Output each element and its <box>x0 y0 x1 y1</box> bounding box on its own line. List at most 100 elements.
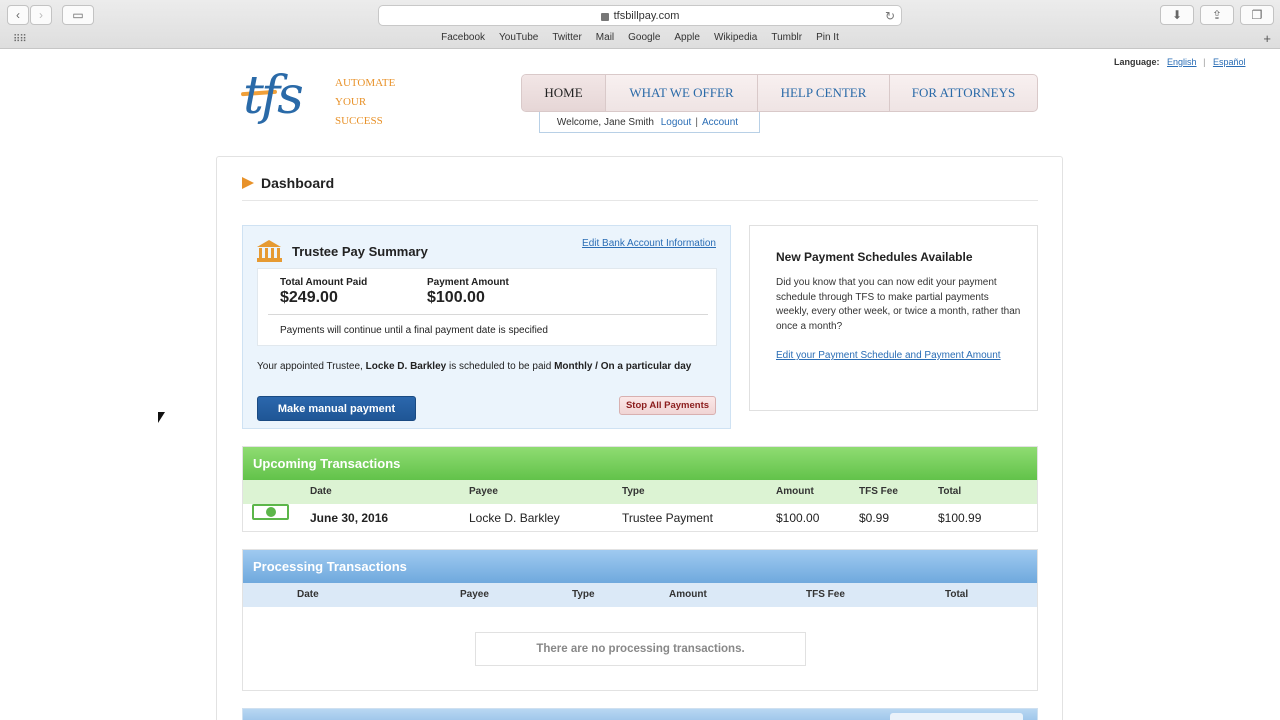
edit-payment-schedule-link[interactable]: Edit your Payment Schedule and Payment A… <box>776 349 1021 364</box>
account-separator: | <box>695 116 698 128</box>
payment-totals-box: Total Amount Paid $249.00 Payment Amount… <box>257 268 717 346</box>
next-section-header <box>242 708 1038 720</box>
processing-title: Processing Transactions <box>243 550 1037 583</box>
schedule-text: Your appointed Trustee, Locke D. Barkley… <box>257 359 717 374</box>
plus-icon[interactable]: + <box>1263 31 1271 46</box>
col-total: Total <box>945 589 969 600</box>
language-switcher: Language: English | Español <box>1114 57 1245 67</box>
row-payee: Locke D. Barkley <box>469 511 560 525</box>
col-tfs-fee: TFS Fee <box>859 486 898 497</box>
language-spanish-link[interactable]: Español <box>1213 57 1246 67</box>
total-paid-label: Total Amount Paid <box>280 277 368 288</box>
col-payee: Payee <box>460 589 489 600</box>
nav-for-attorneys[interactable]: FOR ATTORNEYS <box>890 75 1037 111</box>
tabs-icon: ❐ <box>1251 8 1263 22</box>
new-schedules-body: Did you know that you can now edit your … <box>776 277 1021 332</box>
page-title-text: Dashboard <box>261 175 335 191</box>
main-nav: HOME WHAT WE OFFER HELP CENTER FOR ATTOR… <box>521 74 1038 112</box>
welcome-text: Welcome, Jane Smith <box>556 116 654 128</box>
chevron-right-icon: › <box>39 8 43 22</box>
schedule-frequency: Monthly / On a particular day <box>554 361 692 372</box>
bookmark-tumblr[interactable]: Tumblr <box>771 32 802 48</box>
row-total: $100.99 <box>938 511 982 525</box>
bookmarks-bar: Facebook YouTube Twitter Mail Google App… <box>0 32 1280 48</box>
tabs-button[interactable]: ❐ <box>1240 5 1274 25</box>
col-amount: Amount <box>776 486 814 497</box>
col-type: Type <box>572 589 595 600</box>
row-amount: $100.00 <box>776 511 820 525</box>
bookmark-youtube[interactable]: YouTube <box>499 32 538 48</box>
logo-tagline: AUTOMATE YOUR SUCCESS <box>335 74 395 131</box>
logout-link[interactable]: Logout <box>661 117 692 128</box>
new-schedules-card: New Payment Schedules Available Did you … <box>749 225 1038 411</box>
schedule-mid: is scheduled to be paid <box>446 361 555 372</box>
browser-toolbar: ‹ › ▭ tfsbillpay.com ↻ ⬇ ⇪ ❐ ⠿⠿ Facebook… <box>0 0 1280 49</box>
schedule-prefix: Your appointed Trustee, <box>257 361 366 372</box>
tagline-automate: AUTOMATE <box>335 77 396 89</box>
empty-state-message: There are no processing transactions. <box>475 632 806 666</box>
language-english-link[interactable]: English <box>1167 57 1197 67</box>
account-bar: Welcome, Jane Smith Logout | Account <box>539 112 760 133</box>
mouse-cursor-icon <box>158 412 165 423</box>
bookmark-google[interactable]: Google <box>628 32 660 48</box>
nav-what-we-offer[interactable]: WHAT WE OFFER <box>606 75 758 111</box>
processing-header-row: Date Payee Type Amount TFS Fee Total <box>243 583 1037 607</box>
col-date: Date <box>297 589 319 600</box>
bookmark-facebook[interactable]: Facebook <box>441 32 485 48</box>
bookmark-twitter[interactable]: Twitter <box>552 32 581 48</box>
bookmark-pinit[interactable]: Pin It <box>816 32 839 48</box>
address-bar[interactable]: tfsbillpay.com ↻ <box>378 5 902 26</box>
nav-home[interactable]: HOME <box>522 75 606 111</box>
language-separator: | <box>1203 57 1206 67</box>
share-icon: ⇪ <box>1211 8 1223 22</box>
url-text: tfsbillpay.com <box>613 9 680 22</box>
lock-icon <box>600 12 609 21</box>
col-payee: Payee <box>469 486 498 497</box>
play-triangle-icon <box>242 177 254 189</box>
bookmark-apple[interactable]: Apple <box>674 32 700 48</box>
tagline-your: YOUR <box>335 96 367 108</box>
edit-bank-account-link[interactable]: Edit Bank Account Information <box>582 238 716 249</box>
col-total: Total <box>938 486 962 497</box>
col-amount: Amount <box>669 589 707 600</box>
col-type: Type <box>622 486 645 497</box>
payment-amount-value: $100.00 <box>427 289 485 306</box>
bank-icon <box>257 240 282 262</box>
row-type: Trustee Payment <box>622 511 713 525</box>
upcoming-transactions-table: Upcoming Transactions Date Payee Type Am… <box>242 446 1038 532</box>
trustee-name: Locke D. Barkley <box>365 361 447 372</box>
upcoming-header-row: Date Payee Type Amount TFS Fee Total <box>243 480 1037 504</box>
share-button[interactable]: ⇪ <box>1200 5 1234 25</box>
payment-amount-label: Payment Amount <box>427 277 509 288</box>
forward-button[interactable]: › <box>30 5 52 25</box>
processing-transactions-table: Processing Transactions Date Payee Type … <box>242 549 1038 691</box>
totals-divider <box>268 314 708 315</box>
table-row[interactable]: June 30, 2016 Locke D. Barkley Trustee P… <box>243 504 1037 532</box>
account-link[interactable]: Account <box>702 117 738 128</box>
make-manual-payment-button[interactable]: Make manual payment <box>257 396 416 421</box>
chevron-left-icon: ‹ <box>16 8 20 22</box>
summary-header: Trustee Pay Summary <box>257 240 428 262</box>
new-schedules-title: New Payment Schedules Available <box>776 250 973 264</box>
logo-brand: tfs <box>243 66 304 126</box>
reload-icon[interactable]: ↻ <box>885 9 895 23</box>
next-section-tab[interactable] <box>890 713 1023 720</box>
sidebar-toggle-button[interactable]: ▭ <box>62 5 94 25</box>
stop-all-payments-button[interactable]: Stop All Payments <box>619 396 716 415</box>
back-button[interactable]: ‹ <box>7 5 29 25</box>
language-label: Language: <box>1114 57 1160 67</box>
upcoming-title: Upcoming Transactions <box>243 447 1037 480</box>
downloads-button[interactable]: ⬇ <box>1160 5 1194 25</box>
payment-continuation-note: Payments will continue until a final pay… <box>280 325 548 336</box>
bookmark-mail[interactable]: Mail <box>596 32 614 48</box>
bookmark-wikipedia[interactable]: Wikipedia <box>714 32 757 48</box>
download-icon: ⬇ <box>1171 8 1183 22</box>
title-divider <box>242 200 1038 201</box>
row-date: June 30, 2016 <box>310 511 389 525</box>
nav-help-center[interactable]: HELP CENTER <box>758 75 890 111</box>
summary-title: Trustee Pay Summary <box>292 243 428 259</box>
site-logo[interactable]: tfs AUTOMATE YOUR SUCCESS <box>240 66 413 132</box>
sidebar-icon: ▭ <box>72 8 84 22</box>
row-fee: $0.99 <box>859 511 890 525</box>
cash-icon <box>252 504 289 520</box>
